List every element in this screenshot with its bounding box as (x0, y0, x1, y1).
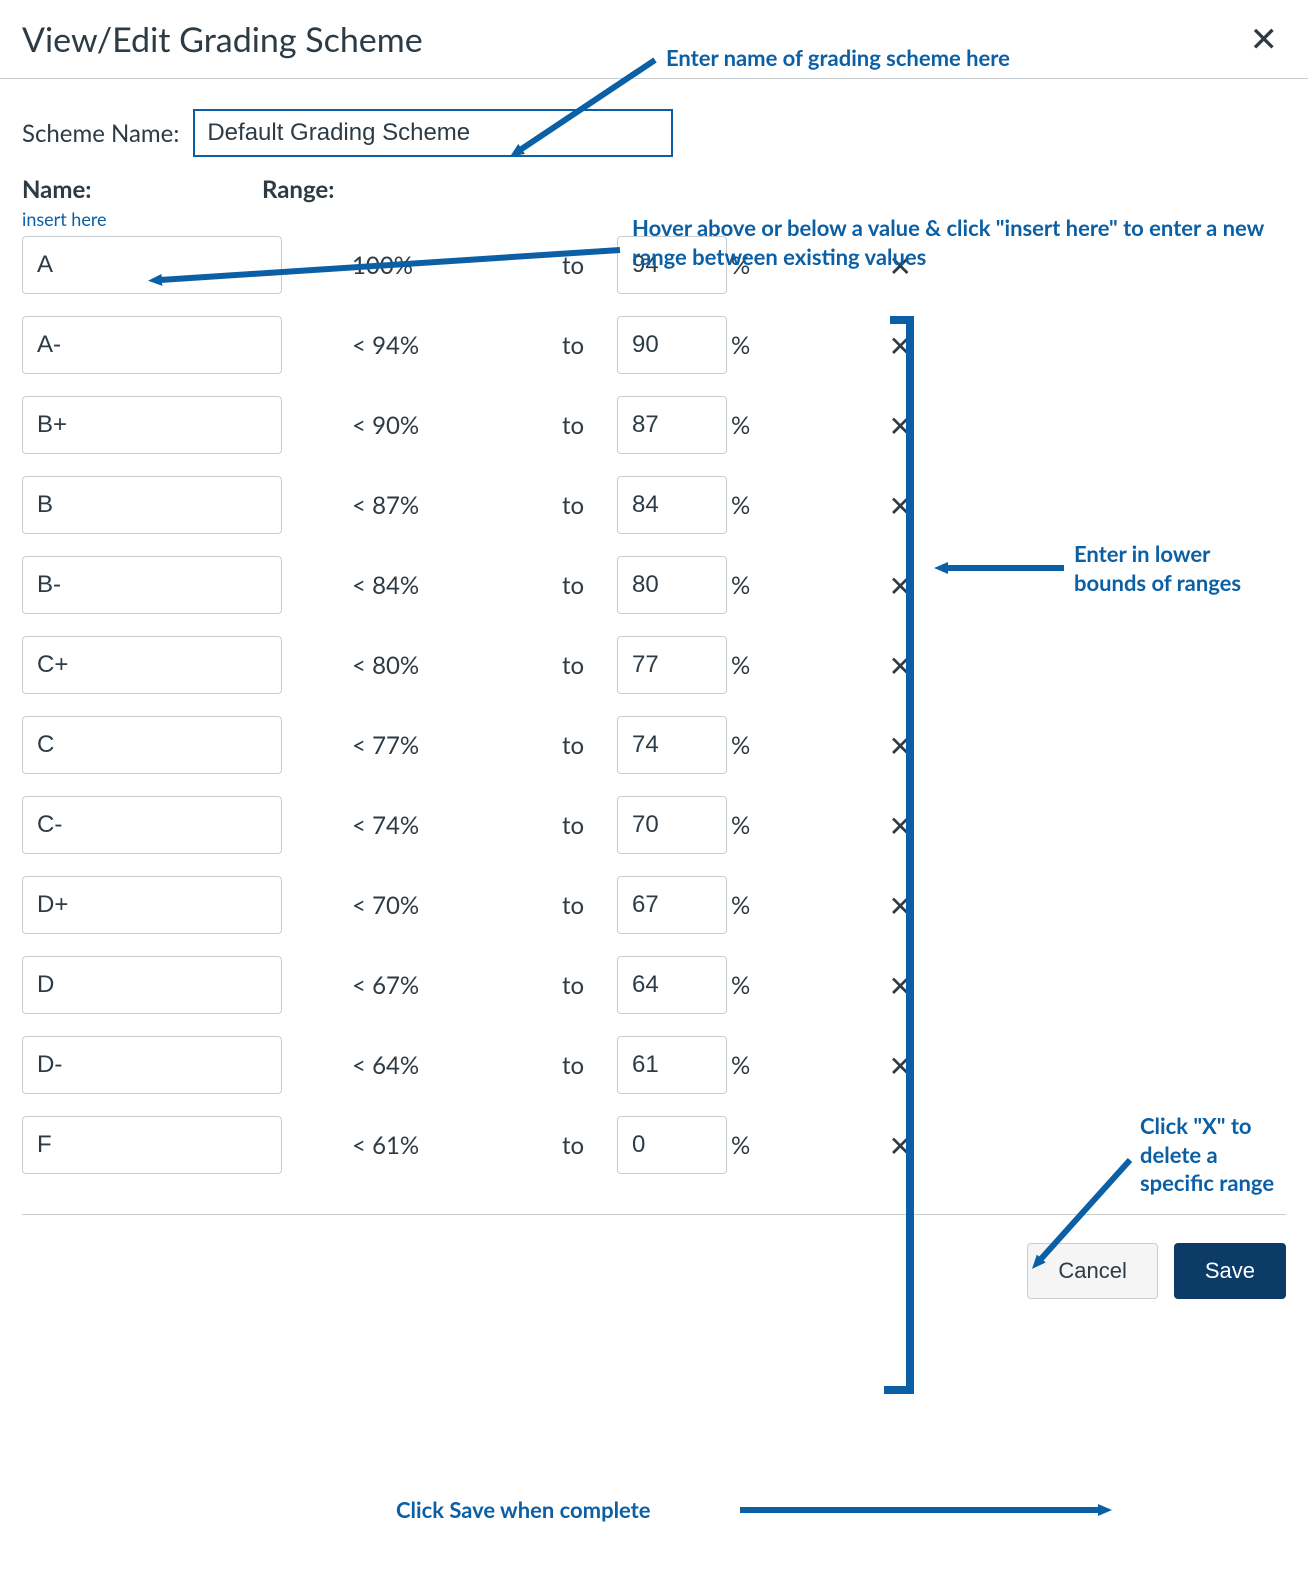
grade-row: < 64%to% ✕ (22, 1036, 1286, 1094)
lower-bound-input[interactable] (617, 636, 727, 694)
delete-row-icon[interactable]: ✕ (880, 488, 920, 523)
grade-name-input[interactable] (22, 636, 282, 694)
to-label: to (562, 331, 617, 360)
column-header-name: Name: (22, 175, 262, 204)
lower-bound-input[interactable] (617, 236, 727, 294)
delete-row-icon[interactable]: ✕ (880, 328, 920, 363)
upper-bound-label: < 94% (352, 331, 562, 360)
upper-bound-label: < 67% (352, 971, 562, 1000)
percent-label: % (731, 1131, 750, 1160)
upper-bound-label: < 61% (352, 1131, 562, 1160)
delete-row-icon[interactable]: ✕ (880, 648, 920, 683)
insert-here-link[interactable]: insert here (0, 204, 1308, 236)
percent-label: % (731, 491, 750, 520)
upper-bound-label: < 64% (352, 1051, 562, 1080)
delete-row-icon[interactable]: ✕ (880, 248, 920, 283)
delete-row-icon[interactable]: ✕ (880, 568, 920, 603)
lower-bound-input[interactable] (617, 876, 727, 934)
save-button[interactable]: Save (1174, 1243, 1286, 1299)
upper-bound-label: < 90% (352, 411, 562, 440)
grade-name-input[interactable] (22, 316, 282, 374)
lower-bound-input[interactable] (617, 556, 727, 614)
grade-row: < 70%to% ✕ (22, 876, 1286, 934)
percent-label: % (731, 731, 750, 760)
delete-row-icon[interactable]: ✕ (880, 808, 920, 843)
percent-label: % (731, 651, 750, 680)
lower-bound-input[interactable] (617, 1036, 727, 1094)
grade-row: < 74%to% ✕ (22, 796, 1286, 854)
to-label: to (562, 811, 617, 840)
lower-bound-input[interactable] (617, 396, 727, 454)
grade-name-input[interactable] (22, 1116, 282, 1174)
percent-label: % (731, 891, 750, 920)
grade-row: < 84%to% ✕ (22, 556, 1286, 614)
upper-bound-label: < 70% (352, 891, 562, 920)
percent-label: % (731, 411, 750, 440)
grade-name-input[interactable] (22, 556, 282, 614)
grade-row: < 87%to% ✕ (22, 476, 1286, 534)
to-label: to (562, 971, 617, 1000)
close-icon[interactable]: ✕ (1242, 18, 1287, 60)
grade-name-input[interactable] (22, 1036, 282, 1094)
percent-label: % (731, 1051, 750, 1080)
cancel-button[interactable]: Cancel (1027, 1243, 1157, 1299)
scheme-name-label: Scheme Name: (22, 119, 179, 148)
to-label: to (562, 571, 617, 600)
grade-name-input[interactable] (22, 236, 282, 294)
grade-row: < 94%to% ✕ (22, 316, 1286, 374)
lower-bound-input[interactable] (617, 316, 727, 374)
percent-label: % (731, 331, 750, 360)
grade-name-input[interactable] (22, 476, 282, 534)
upper-bound-label: < 87% (352, 491, 562, 520)
grade-row: < 67%to% ✕ (22, 956, 1286, 1014)
upper-bound-label: < 74% (352, 811, 562, 840)
grade-name-input[interactable] (22, 956, 282, 1014)
grade-name-input[interactable] (22, 716, 282, 774)
grade-name-input[interactable] (22, 796, 282, 854)
grade-row: < 80%to% ✕ (22, 636, 1286, 694)
grade-name-input[interactable] (22, 396, 282, 454)
delete-row-icon[interactable]: ✕ (880, 728, 920, 763)
lower-bound-input[interactable] (617, 796, 727, 854)
grade-row: < 77%to% ✕ (22, 716, 1286, 774)
to-label: to (562, 411, 617, 440)
delete-row-icon[interactable]: ✕ (880, 968, 920, 1003)
dialog-title: View/Edit Grading Scheme (22, 19, 423, 60)
to-label: to (562, 651, 617, 680)
scheme-name-input[interactable] (193, 109, 673, 157)
upper-bound-label: < 77% (352, 731, 562, 760)
delete-row-icon[interactable]: ✕ (880, 888, 920, 923)
percent-label: % (731, 571, 750, 600)
upper-bound-label: 100% (352, 251, 562, 280)
to-label: to (562, 251, 617, 280)
annotation-click-save: Click Save when complete (396, 1496, 651, 1525)
to-label: to (562, 731, 617, 760)
percent-label: % (731, 971, 750, 1000)
delete-row-icon[interactable]: ✕ (880, 1048, 920, 1083)
to-label: to (562, 1131, 617, 1160)
to-label: to (562, 491, 617, 520)
lower-bound-input[interactable] (617, 476, 727, 534)
to-label: to (562, 891, 617, 920)
percent-label: % (731, 251, 750, 280)
upper-bound-label: < 80% (352, 651, 562, 680)
to-label: to (562, 1051, 617, 1080)
delete-row-icon[interactable]: ✕ (880, 1128, 920, 1163)
grade-name-input[interactable] (22, 876, 282, 934)
lower-bound-input[interactable] (617, 716, 727, 774)
delete-row-icon[interactable]: ✕ (880, 408, 920, 443)
grade-row: 100%to% ✕ (22, 236, 1286, 294)
grade-row: < 61%to% ✕ (22, 1116, 1286, 1174)
lower-bound-input[interactable] (617, 1116, 727, 1174)
upper-bound-label: < 84% (352, 571, 562, 600)
percent-label: % (731, 811, 750, 840)
column-header-range: Range: (262, 175, 334, 204)
lower-bound-input[interactable] (617, 956, 727, 1014)
grade-row: < 90%to% ✕ (22, 396, 1286, 454)
